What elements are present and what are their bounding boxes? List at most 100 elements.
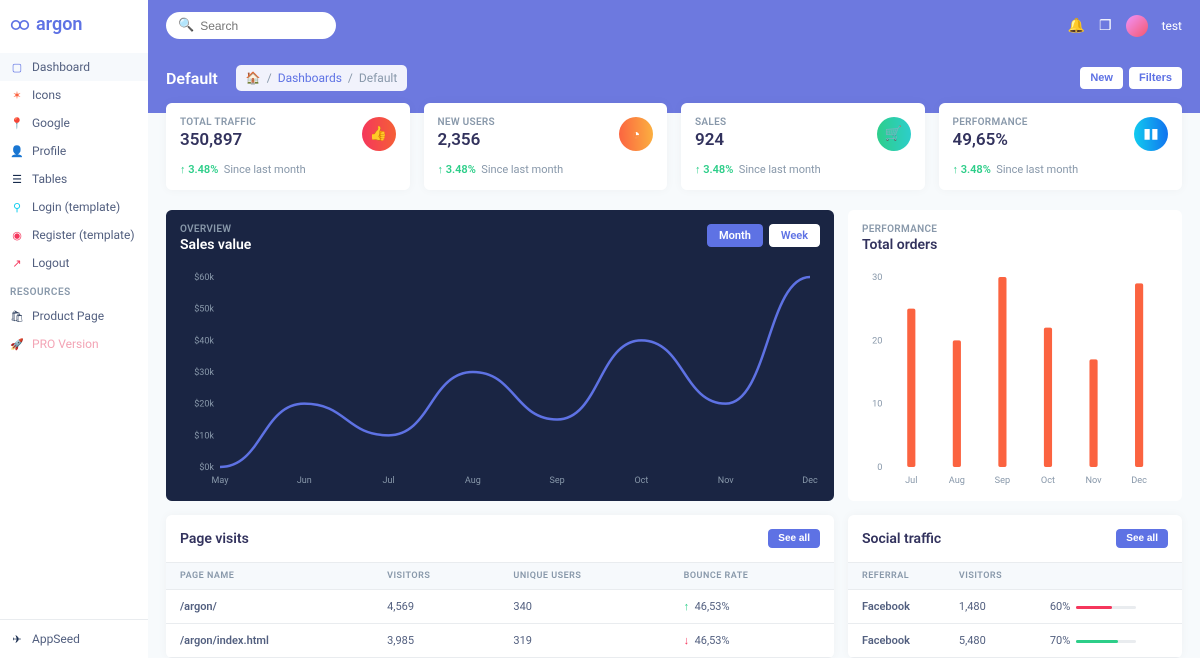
username[interactable]: test <box>1162 19 1182 33</box>
orders-chart-card: PERFORMANCE Total orders 0102030JulAugSe… <box>848 210 1182 501</box>
sidebar-item-label: Icons <box>32 88 61 102</box>
svg-text:0: 0 <box>877 463 882 473</box>
main: 🔍 🔔 ❐ test Default 🏠 / Dashboards / D <box>148 0 1200 658</box>
search-box[interactable]: 🔍 <box>166 12 336 39</box>
sidebar-item-login-template-[interactable]: ⚲ Login (template) <box>0 193 148 221</box>
page-title: Default <box>166 69 218 88</box>
search-input[interactable] <box>200 19 324 33</box>
new-button[interactable]: New <box>1080 67 1123 89</box>
pie-icon: ◔ <box>619 117 653 151</box>
sidebar-item-label: PRO Version <box>32 337 99 351</box>
brand[interactable]: argon <box>0 0 148 49</box>
social-card: Social traffic See all REFERRALVISITORS … <box>848 515 1182 658</box>
hero: 🔍 🔔 ❐ test Default 🏠 / Dashboards / D <box>148 0 1200 113</box>
sidebar-item-tables[interactable]: ☰Tables <box>0 165 148 193</box>
svg-text:Jul: Jul <box>905 476 917 486</box>
sidebar-item-label: Register (template) <box>32 228 135 242</box>
svg-text:Dec: Dec <box>1131 476 1147 486</box>
col-header: PAGE NAME <box>166 563 373 590</box>
sidebar-item-pro-version[interactable]: 🚀PRO Version <box>0 330 148 358</box>
stat-footer: ↑ 3.48% Since last month <box>180 163 396 176</box>
breadcrumb: 🏠 / Dashboards / Default <box>236 65 408 91</box>
svg-text:$20k: $20k <box>194 399 214 410</box>
stat-label: SALES <box>695 117 726 128</box>
topbar-right: 🔔 ❐ test <box>1068 15 1182 37</box>
crumb-dashboards[interactable]: Dashboards <box>278 71 342 85</box>
svg-text:Nov: Nov <box>1085 476 1102 486</box>
social-title: Social traffic <box>862 531 941 547</box>
tab-week[interactable]: Week <box>769 224 820 247</box>
sidebar-item-label: Login (template) <box>32 200 120 214</box>
crumb-current: Default <box>359 71 397 85</box>
table-row[interactable]: Facebook1,48060% <box>848 590 1182 624</box>
table-row[interactable]: Facebook5,48070% <box>848 624 1182 658</box>
svg-text:Jul: Jul <box>383 476 395 486</box>
svg-text:Nov: Nov <box>718 476 734 486</box>
col-header: UNIQUE USERS <box>499 563 669 590</box>
sidebar-item-dashboard[interactable]: ▢Dashboard <box>0 53 148 81</box>
col-header: VISITORS <box>945 563 1036 590</box>
sidebar-item-logout[interactable]: ↗Logout <box>0 249 148 277</box>
col-header <box>1036 563 1182 590</box>
svg-text:Oct: Oct <box>634 476 648 486</box>
see-all-social-button[interactable]: See all <box>1116 529 1168 548</box>
stats-row: TOTAL TRAFFIC350,897👍↑ 3.48% Since last … <box>148 103 1200 190</box>
filters-button[interactable]: Filters <box>1129 67 1182 89</box>
bag-icon: 🛍 <box>10 309 24 323</box>
svg-text:May: May <box>212 476 230 486</box>
sidebar-item-google[interactable]: 📍Google <box>0 109 148 137</box>
svg-text:Sep: Sep <box>550 476 565 486</box>
col-header: BOUNCE RATE <box>670 563 834 590</box>
orders-chart: 0102030JulAugSepOctNovDec <box>862 267 1168 487</box>
sidebar-footer-label: AppSeed <box>32 632 80 646</box>
bell-icon[interactable]: 🔔 <box>1068 18 1085 34</box>
svg-text:Dec: Dec <box>802 476 818 486</box>
sidebar-item-label: Logout <box>32 256 69 270</box>
svg-text:Aug: Aug <box>949 476 965 486</box>
list-icon: ☰ <box>10 172 24 186</box>
title-buttons: New Filters <box>1080 67 1182 89</box>
svg-text:$60k: $60k <box>194 272 214 283</box>
stat-footer: ↑ 3.48% Since last month <box>953 163 1169 176</box>
topbar: 🔍 🔔 ❐ test <box>166 12 1182 57</box>
sales-title: Sales value <box>180 237 251 253</box>
col-header: REFERRAL <box>848 563 945 590</box>
stat-value: 49,65% <box>953 130 1028 150</box>
sidebar-footer[interactable]: ✈ AppSeed <box>0 619 148 658</box>
sidebar-item-product-page[interactable]: 🛍Product Page <box>0 302 148 330</box>
tab-month[interactable]: Month <box>707 224 763 247</box>
social-table: REFERRALVISITORS Facebook1,48060%Faceboo… <box>848 562 1182 658</box>
search-icon: 🔍 <box>178 18 194 33</box>
stat-value: 924 <box>695 130 726 150</box>
svg-text:Oct: Oct <box>1041 476 1055 486</box>
avatar[interactable] <box>1126 15 1148 37</box>
sidebar-item-icons[interactable]: ✶Icons <box>0 81 148 109</box>
sales-chart: $0k$10k$20k$30k$40k$50k$60kMayJunJulAugS… <box>180 267 820 487</box>
apps-icon[interactable]: ❐ <box>1099 18 1112 34</box>
sidebar-item-profile[interactable]: 👤Profile <box>0 137 148 165</box>
stat-footer: ↑ 3.48% Since last month <box>438 163 654 176</box>
key-icon: ⚲ <box>10 200 24 214</box>
cart-icon: 🛒 <box>877 117 911 151</box>
home-icon[interactable]: 🏠 <box>246 71 261 85</box>
nav: ▢Dashboard✶Icons📍Google👤Profile☰Tables ⚲ L… <box>0 49 148 619</box>
sidebar-item-register-template-[interactable]: ◉Register (template) <box>0 221 148 249</box>
pin-icon: 📍 <box>10 116 24 130</box>
table-row[interactable]: /argon/index.html3,985319↓ 46,53% <box>166 624 834 658</box>
thumb-icon: 👍 <box>362 117 396 151</box>
table-row[interactable]: /argon/4,569340↑ 46,53% <box>166 590 834 624</box>
charts-row: OVERVIEW Sales value Month Week $0k$10k$… <box>148 200 1200 501</box>
orders-overline: PERFORMANCE <box>862 224 937 235</box>
send-icon: ✈ <box>10 632 24 646</box>
stat-value: 350,897 <box>180 130 256 150</box>
sales-overline: OVERVIEW <box>180 224 251 235</box>
stat-card: PERFORMANCE49,65%▮▮↑ 3.48% Since last mo… <box>939 103 1183 190</box>
see-all-visits-button[interactable]: See all <box>768 529 820 548</box>
sales-tabs: Month Week <box>707 224 820 247</box>
stat-label: PERFORMANCE <box>953 117 1028 128</box>
svg-text:Sep: Sep <box>995 476 1010 486</box>
tv-icon: ▢ <box>10 60 24 74</box>
tables-row: Page visits See all PAGE NAMEVISITORSUNI… <box>148 501 1200 658</box>
stat-card: TOTAL TRAFFIC350,897👍↑ 3.48% Since last … <box>166 103 410 190</box>
page-visits-table: PAGE NAMEVISITORSUNIQUE USERSBOUNCE RATE… <box>166 562 834 658</box>
